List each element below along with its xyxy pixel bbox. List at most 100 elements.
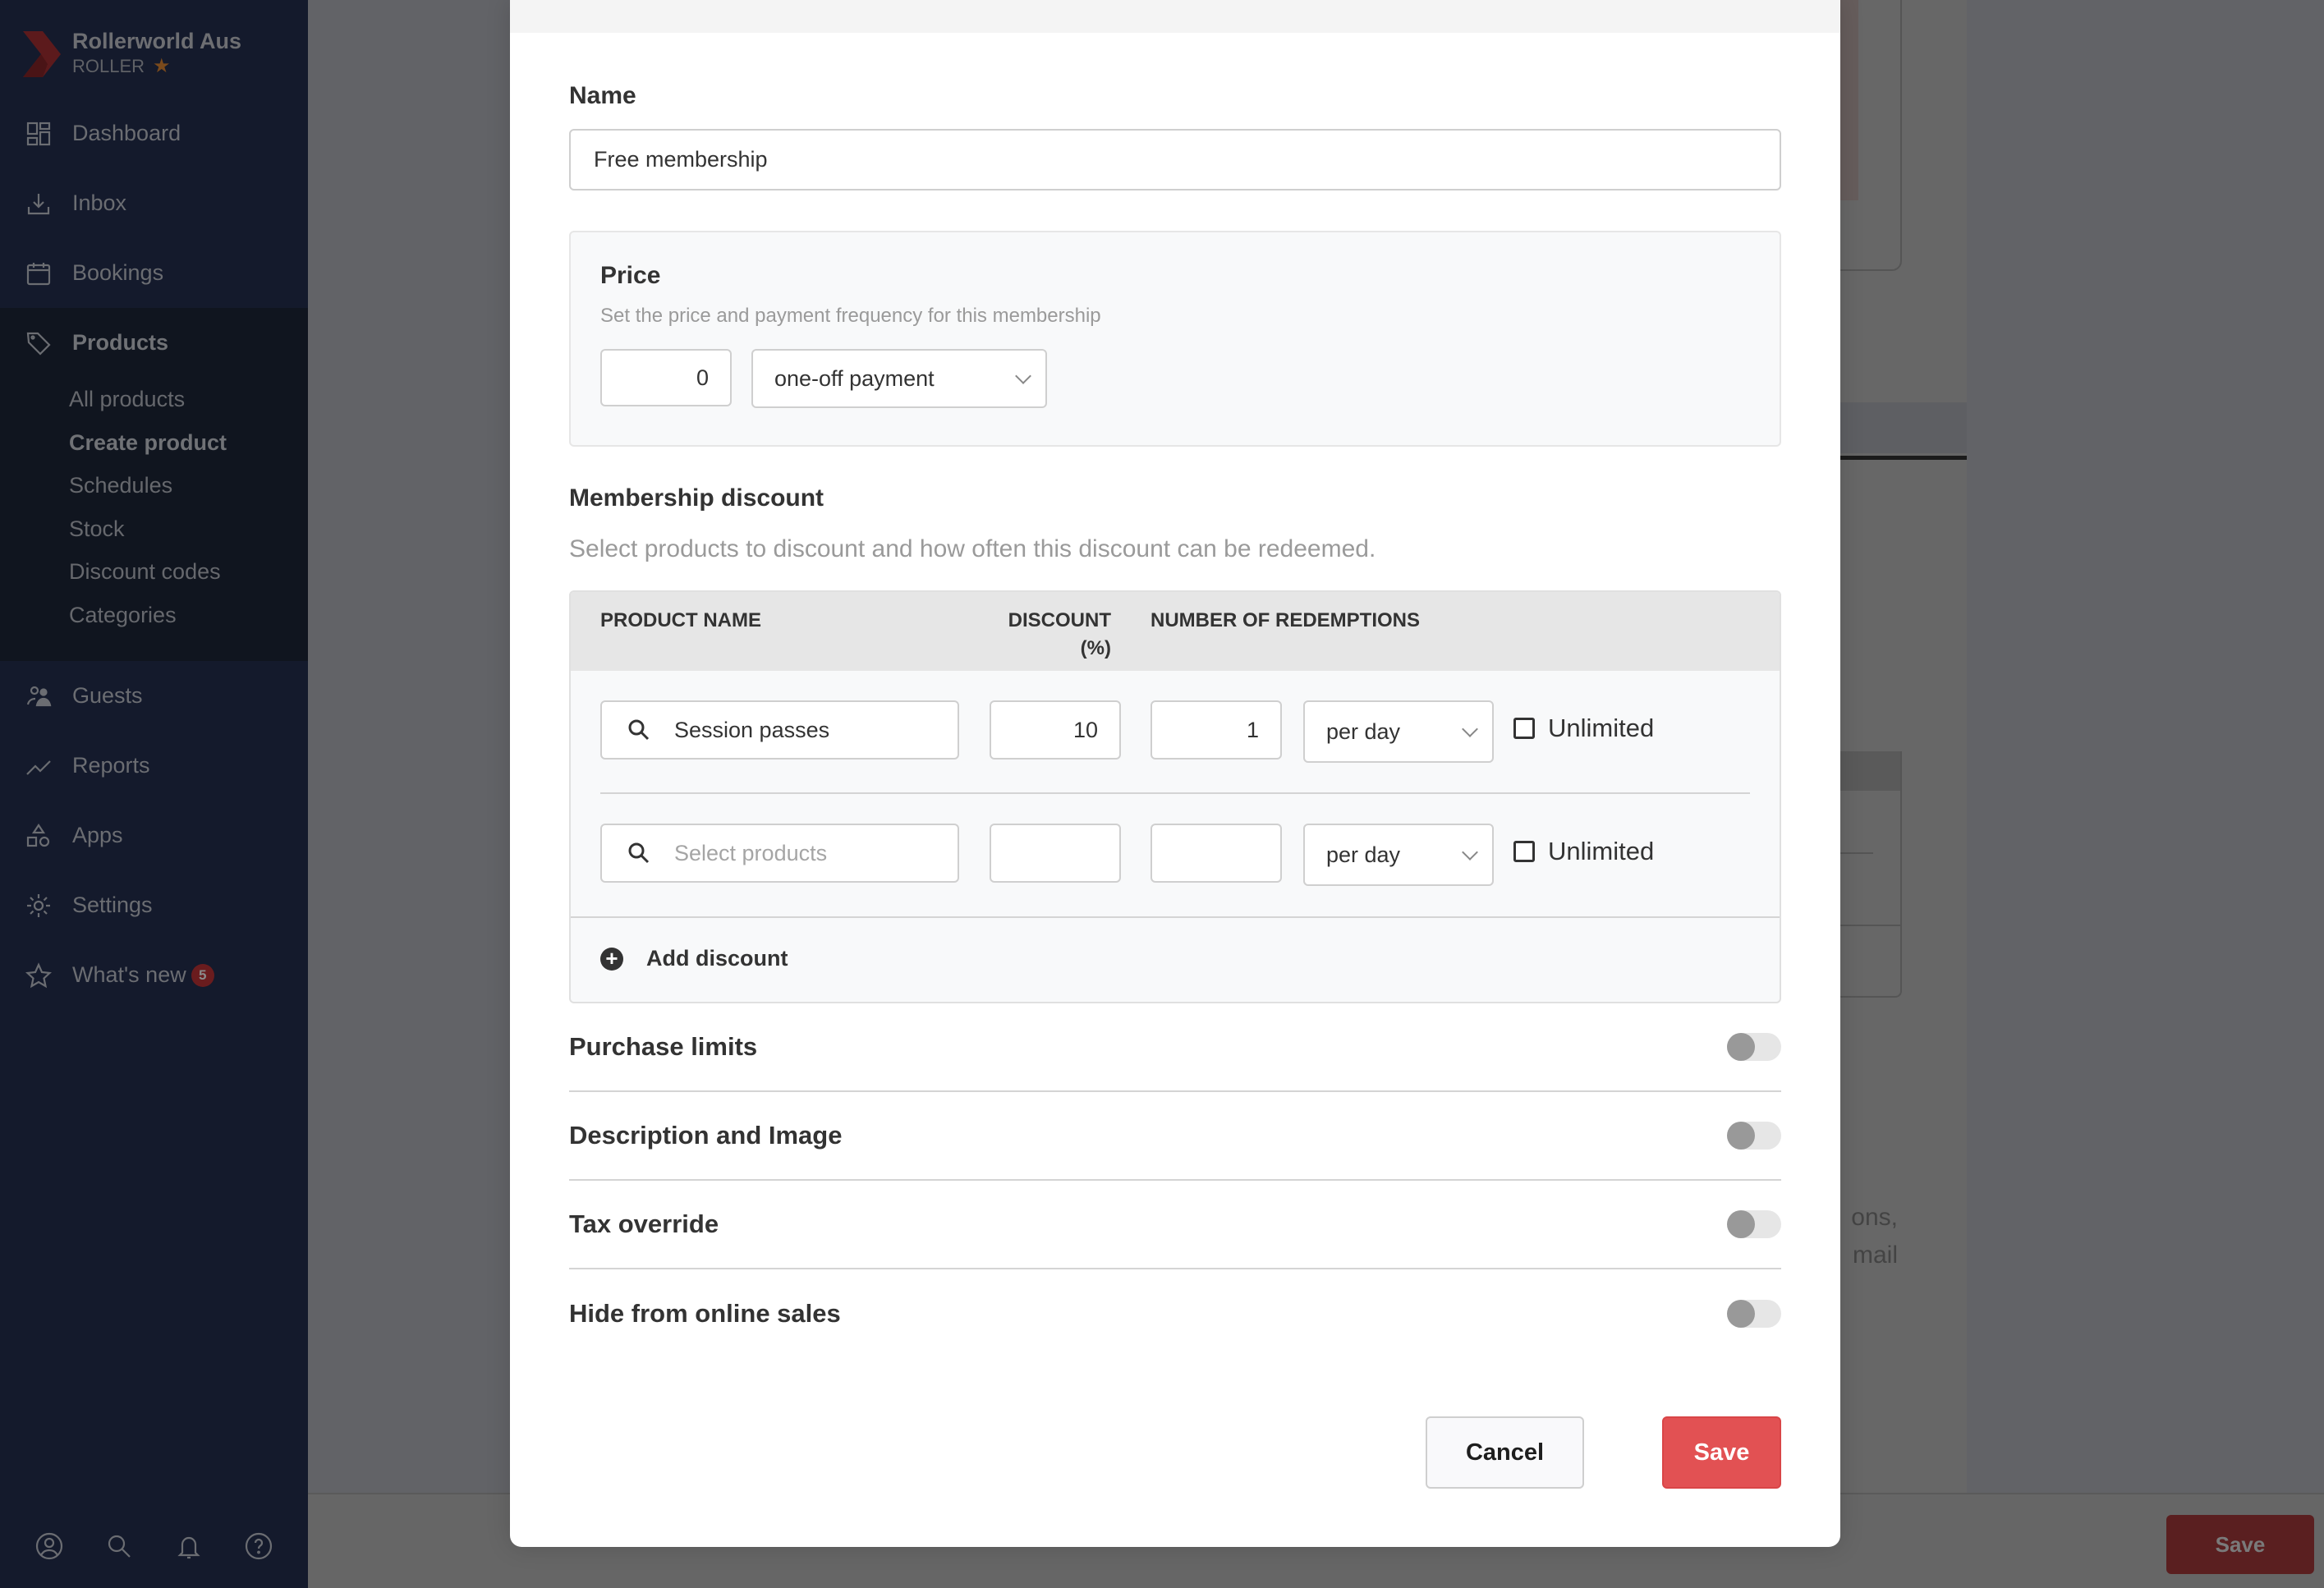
nav-item-bookings[interactable]: Bookings — [0, 238, 308, 308]
add-discount-button[interactable]: + Add discount — [600, 946, 788, 971]
nav-item-settings[interactable]: Settings — [0, 870, 308, 940]
nav-item-dashboard[interactable]: Dashboard — [0, 99, 308, 168]
dashboard-icon — [25, 120, 53, 148]
chevron-down-icon — [1462, 721, 1478, 737]
nav-label: Apps — [72, 823, 123, 847]
toggle-row-purchase-limits: Purchase limits — [569, 1003, 1781, 1092]
row-divider — [600, 792, 1750, 794]
gear-icon — [25, 892, 53, 920]
nav-label: Bookings — [72, 260, 164, 285]
unlimited-label: Unlimited — [1548, 837, 1655, 865]
unlimited-label: Unlimited — [1548, 714, 1655, 742]
background-divider — [1840, 925, 1900, 926]
nav-label: Settings — [72, 893, 153, 917]
subnav-categories[interactable]: Categories — [0, 594, 308, 637]
column-header-discount-line2: (%) — [1080, 637, 1111, 659]
cancel-button[interactable]: Cancel — [1426, 1416, 1584, 1489]
product-placeholder: Select products — [674, 840, 828, 865]
tax-override-toggle[interactable] — [1727, 1210, 1781, 1238]
toggle-row-tax-override: Tax override — [569, 1181, 1781, 1269]
nav-item-inbox[interactable]: Inbox — [0, 168, 308, 238]
column-header-discount-line1: DISCOUNT — [1008, 609, 1111, 631]
nav-label: Products — [72, 330, 169, 355]
discount-table-header: PRODUCT NAME DISCOUNT (%) NUMBER OF REDE… — [571, 592, 1780, 671]
name-input[interactable]: Free membership — [569, 129, 1781, 190]
brand[interactable]: Rollerworld Aus ROLLER ★ — [23, 28, 241, 79]
account-icon[interactable] — [34, 1531, 64, 1561]
sidebar-footer — [0, 1531, 308, 1561]
toggle-knob — [1727, 1033, 1755, 1061]
product-search-input[interactable]: Session passes — [600, 700, 959, 760]
add-discount-row: + Add discount — [571, 916, 1780, 1002]
price-subtitle: Set the price and payment frequency for … — [600, 305, 1101, 327]
notification-badge: 5 — [191, 963, 214, 987]
discount-table: PRODUCT NAME DISCOUNT (%) NUMBER OF REDE… — [569, 590, 1781, 1003]
redemption-period-value: per day — [1326, 718, 1401, 744]
subnav-schedules[interactable]: Schedules — [0, 464, 308, 507]
nav-label: Reports — [72, 753, 150, 778]
membership-discount-title: Membership discount — [569, 484, 824, 512]
bell-icon[interactable] — [174, 1531, 204, 1561]
nav-item-guests[interactable]: Guests — [0, 661, 308, 731]
nav-item-apps[interactable]: Apps — [0, 801, 308, 870]
create-membership-modal: Name Free membership Price Set the price… — [510, 0, 1840, 1547]
background-table — [1840, 751, 1902, 998]
help-icon[interactable] — [244, 1531, 273, 1561]
subnav-stock[interactable]: Stock — [0, 507, 308, 551]
nav-item-reports[interactable]: Reports — [0, 731, 308, 801]
background-tab-bar — [1840, 402, 1967, 453]
toggle-row-description-image: Description and Image — [569, 1092, 1781, 1181]
calendar-icon — [25, 259, 53, 287]
redemptions-input[interactable]: 1 — [1151, 700, 1282, 760]
discount-percent-input[interactable]: 10 — [990, 700, 1121, 760]
unlimited-checkbox[interactable]: Unlimited — [1513, 837, 1654, 866]
nav-item-whats-new[interactable]: What's new 5 — [0, 940, 308, 1010]
background-save-button: Save — [2166, 1515, 2314, 1574]
product-value: Session passes — [674, 717, 830, 742]
nav-label: What's new — [72, 962, 186, 987]
nav-label: Guests — [72, 683, 143, 708]
column-header-product-name: PRODUCT NAME — [600, 609, 761, 631]
trend-icon — [25, 752, 53, 780]
background-divider — [1840, 852, 1873, 854]
purchase-limits-toggle[interactable] — [1727, 1033, 1781, 1061]
product-search-input[interactable]: Select products — [600, 824, 959, 883]
background-tab-indicator — [1840, 456, 1967, 460]
inbox-icon — [25, 190, 53, 218]
search-icon — [628, 842, 650, 864]
subnav-discount-codes[interactable]: Discount codes — [0, 550, 308, 594]
star-icon: ★ — [153, 55, 171, 77]
name-label: Name — [569, 82, 636, 109]
background-card — [1840, 0, 1902, 271]
redemption-period-select[interactable]: per day — [1303, 824, 1494, 886]
brand-subtitle: ROLLER — [72, 56, 145, 76]
subnav-all-products[interactable]: All products — [0, 378, 308, 421]
plus-circle-icon: + — [600, 947, 623, 971]
nav-label: Inbox — [72, 190, 127, 215]
search-icon[interactable] — [104, 1531, 134, 1561]
redemptions-input[interactable] — [1151, 824, 1282, 883]
tag-icon — [25, 329, 53, 357]
toggle-knob — [1727, 1300, 1755, 1328]
payment-frequency-select[interactable]: one-off payment — [751, 349, 1047, 408]
venue-name: Rollerworld Aus — [72, 29, 242, 53]
hide-online-sales-toggle[interactable] — [1727, 1300, 1781, 1328]
redemption-period-select[interactable]: per day — [1303, 700, 1494, 763]
description-image-toggle[interactable] — [1727, 1122, 1781, 1150]
search-icon — [628, 719, 650, 741]
price-amount-input[interactable]: 0 — [600, 349, 732, 406]
toggle-row-hide-online: Hide from online sales — [569, 1269, 1781, 1358]
nav-item-products[interactable]: Products — [0, 308, 308, 378]
discount-percent-input[interactable] — [990, 824, 1121, 883]
nav-label: Dashboard — [72, 121, 181, 145]
payment-frequency-value: one-off payment — [774, 365, 935, 391]
background-partial-text: ons, mail — [1851, 1204, 1898, 1269]
checkbox-box[interactable] — [1513, 841, 1535, 862]
checkbox-box[interactable] — [1513, 718, 1535, 739]
toggle-knob — [1727, 1210, 1755, 1238]
membership-discount-subtitle: Select products to discount and how ofte… — [569, 535, 1376, 562]
save-button[interactable]: Save — [1662, 1416, 1781, 1489]
unlimited-checkbox[interactable]: Unlimited — [1513, 714, 1654, 743]
add-discount-label: Add discount — [646, 946, 788, 971]
subnav-create-product[interactable]: Create product — [0, 421, 308, 465]
